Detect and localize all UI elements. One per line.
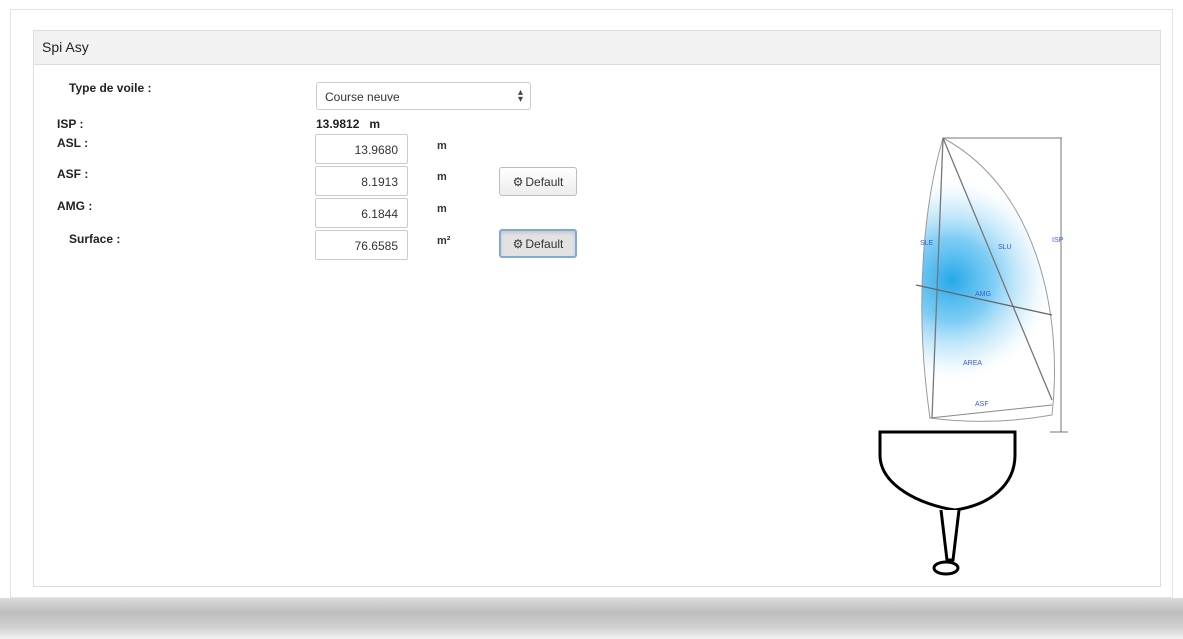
amg-unit: m	[437, 203, 447, 215]
default-button-label: Default	[525, 174, 564, 189]
sail-type-value: Course neuve	[325, 90, 400, 104]
asf-unit: m	[437, 171, 447, 183]
isp-label: ISP :	[57, 117, 84, 131]
isp-number: 13.9812	[316, 117, 360, 131]
asf-label: ASF :	[57, 167, 89, 181]
sail-type-label: Type de voile :	[69, 81, 152, 95]
gear-icon: ⚙	[512, 236, 524, 251]
surface-label: Surface :	[69, 232, 121, 246]
isp-diagram-label: ISP	[1052, 237, 1064, 244]
sail-type-select[interactable]: Course neuve ▴ ▾	[316, 82, 531, 110]
select-arrows-icon: ▴ ▾	[517, 87, 523, 105]
slu-label: SLU	[998, 244, 1012, 251]
amg-label: AMG :	[57, 199, 93, 213]
asl-input[interactable]: 13.9680	[315, 134, 408, 164]
area-diagram-label: AREA	[963, 360, 982, 367]
asf-diagram-label: ASF	[975, 401, 989, 408]
window-shadow	[0, 598, 1183, 639]
default-button-label: Default	[525, 236, 564, 251]
amg-input[interactable]: 6.1844	[315, 198, 408, 228]
surface-default-button[interactable]: ⚙ Default	[499, 229, 577, 258]
keel-shape	[939, 509, 961, 562]
surface-input[interactable]: 76.6585	[315, 230, 408, 260]
sle-label: SLE	[920, 240, 934, 247]
hull-shape	[878, 430, 1017, 512]
asl-label: ASL :	[57, 136, 89, 150]
sail-diagram: SLE SLU ISP AMG AREA ASF	[878, 137, 1068, 576]
surface-unit: m²	[437, 235, 451, 247]
isp-value: 13.9812 m	[316, 117, 380, 131]
asf-input[interactable]: 8.1913	[315, 166, 408, 196]
amg-diagram-label: AMG	[975, 291, 991, 298]
panel-title: Spi Asy	[34, 31, 1160, 65]
keel-bulb	[932, 560, 960, 576]
isp-unit: m	[369, 117, 381, 131]
asf-default-button[interactable]: ⚙ Default	[499, 167, 577, 196]
asl-unit: m	[437, 140, 447, 152]
gear-icon: ⚙	[512, 174, 524, 189]
